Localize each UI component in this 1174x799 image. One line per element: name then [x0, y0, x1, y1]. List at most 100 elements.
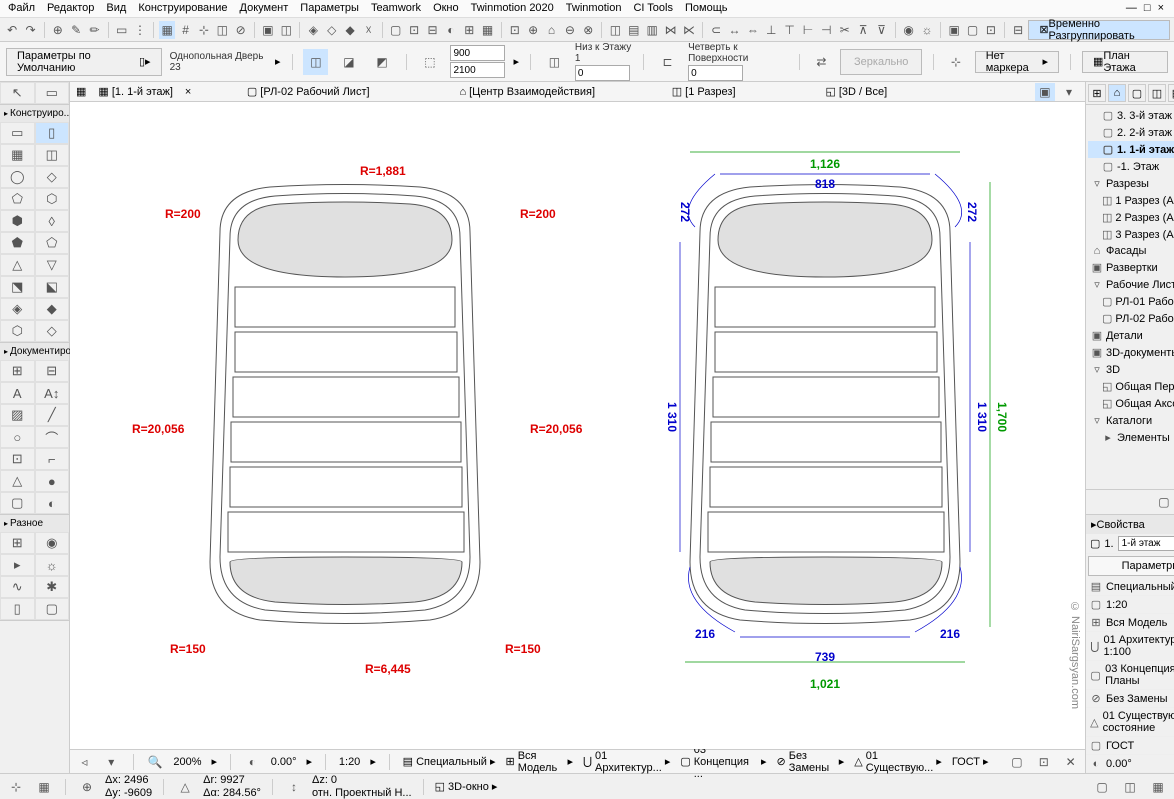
tab-3d[interactable]: ◱[3D / Все] — [817, 83, 895, 100]
tool-tg-construct-18[interactable]: ⬡ — [0, 320, 35, 342]
nav-tab-5[interactable]: ▤ — [1168, 84, 1174, 102]
m4-icon[interactable]: ⋈ — [662, 21, 678, 39]
menu-edit[interactable]: Редактор — [47, 2, 94, 15]
d2-icon[interactable]: ↔ — [726, 21, 742, 39]
geom-method-3[interactable]: ◩ — [369, 49, 394, 75]
tool-tg-construct-17[interactable]: ◆ — [35, 298, 70, 320]
e1-icon[interactable]: ⊡ — [507, 21, 523, 39]
d8-icon[interactable]: ⊼ — [855, 21, 871, 39]
marker-select[interactable]: Нет маркера ▸ — [975, 51, 1059, 73]
temp-ungroup-button[interactable]: ⊠ Временно Разгруппировать — [1028, 20, 1170, 40]
geom-method-1[interactable]: ◫ — [303, 49, 328, 75]
tool-tg-document-7[interactable]: ⌒ — [35, 426, 70, 448]
sb-cam-icon[interactable]: ▢ — [1009, 753, 1026, 771]
tool-tg-misc-5[interactable]: ✱ — [35, 576, 70, 598]
nav-tab-2[interactable]: ⌂ — [1108, 84, 1126, 102]
menu-options[interactable]: Параметры — [300, 2, 359, 15]
tool-tg-construct-4[interactable]: ◯ — [0, 166, 35, 188]
tool-tg-document-10[interactable]: △ — [0, 470, 35, 492]
t9-icon[interactable]: ⊞ — [461, 21, 477, 39]
menu-help[interactable]: Помощь — [685, 2, 728, 15]
tool-tg-construct-7[interactable]: ⬡ — [35, 188, 70, 210]
flip-icon[interactable]: ⇄ — [811, 50, 832, 74]
tool-tg-construct-8[interactable]: ⬢ — [0, 210, 35, 232]
tool-tg-construct-14[interactable]: ⬔ — [0, 276, 35, 298]
height-input[interactable] — [450, 62, 505, 78]
guides-icon[interactable]: ◫ — [214, 21, 230, 39]
nav-item[interactable]: ▸Элементы — [1088, 429, 1174, 446]
nav-item[interactable]: ▢РЛ-02 Рабочий Лист ( — [1088, 310, 1174, 327]
tool-tg-construct-3[interactable]: ◫ — [35, 144, 70, 166]
tool-tg-misc-0[interactable]: ⊞ — [0, 532, 35, 554]
tool-tg-construct-11[interactable]: ⬠ — [35, 232, 70, 254]
redo-icon[interactable]: ↷ — [22, 21, 38, 39]
nav-item[interactable]: ◱Общая Перспектива — [1088, 378, 1174, 395]
tab-section[interactable]: ◫[1 Разрез] — [664, 83, 744, 100]
d1-icon[interactable]: ⊂ — [708, 21, 724, 39]
marquee-tool[interactable]: ▭ — [35, 82, 70, 104]
sb-angle-icon[interactable]: ◐ — [244, 753, 261, 771]
e3-icon[interactable]: ⌂ — [543, 21, 559, 39]
close-icon[interactable]: × — [185, 86, 191, 98]
m1-icon[interactable]: ◫ — [607, 21, 623, 39]
tool-tg-document-2[interactable]: A — [0, 382, 35, 404]
t6-icon[interactable]: ⊡ — [406, 21, 422, 39]
section-construct[interactable]: Конструиро.. — [0, 105, 69, 122]
section-document[interactable]: Документиро.. — [0, 343, 69, 360]
tool-tg-construct-15[interactable]: ⬕ — [35, 276, 70, 298]
coord-z-icon[interactable]: ↕ — [284, 778, 304, 796]
snap-icon[interactable]: ⋮ — [132, 21, 148, 39]
nav-item[interactable]: ▣3D-документы — [1088, 344, 1174, 361]
nav-item[interactable]: ◫3 Разрез (Автоматич — [1088, 226, 1174, 243]
tab-organizer-icon[interactable]: ▦ — [76, 85, 86, 98]
tab-worksheet[interactable]: ▢[РЛ-02 Рабочий Лист] — [239, 83, 378, 100]
chevron-icon[interactable]: ▸ — [370, 755, 376, 768]
coord-polar-icon[interactable]: △ — [175, 778, 195, 796]
grp3-icon[interactable]: ⊡ — [983, 21, 999, 39]
tool-tg-construct-13[interactable]: ▽ — [35, 254, 70, 276]
t7-icon[interactable]: ⊟ — [424, 21, 440, 39]
pick-icon[interactable]: ⊕ — [50, 21, 66, 39]
sb-scroll-icon[interactable]: ◃ — [76, 753, 93, 771]
inject-icon[interactable]: ✏ — [86, 21, 102, 39]
d5-icon[interactable]: ⊤ — [781, 21, 797, 39]
props-row[interactable]: ⋃01 Архитектурный М 1:100▸ — [1086, 632, 1174, 661]
sb-gost[interactable]: ГОСТ ▸ — [952, 755, 989, 768]
tool-tg-document-9[interactable]: ⌐ — [35, 448, 70, 470]
menu-teamwork[interactable]: Teamwork — [371, 2, 421, 15]
nav-item[interactable]: ▿Разрезы — [1088, 175, 1174, 192]
nav-item[interactable]: ▢-1. Этаж — [1088, 158, 1174, 175]
tool-tg-document-5[interactable]: ╱ — [35, 404, 70, 426]
nav-item[interactable]: ◱Общая Аксонометри — [1088, 395, 1174, 412]
sb-opt-icon[interactable]: ▾ — [103, 753, 120, 771]
menu-document[interactable]: Документ — [240, 2, 289, 15]
tool-tg-misc-2[interactable]: ▸ — [0, 554, 35, 576]
tab-menu-icon[interactable]: ▾ — [1059, 83, 1079, 101]
view1-icon[interactable]: ◉ — [900, 21, 916, 39]
tab-interaction[interactable]: ⌂[Центр Взаимодействия] — [451, 84, 603, 100]
props-name-input[interactable] — [1118, 536, 1174, 551]
m2-icon[interactable]: ▤ — [626, 21, 642, 39]
scale-value[interactable]: 1:20 — [339, 756, 360, 768]
grid2-icon[interactable]: # — [177, 21, 193, 39]
tool-tg-misc-1[interactable]: ◉ — [35, 532, 70, 554]
nav-item[interactable]: ▣Детали — [1088, 327, 1174, 344]
grp2-icon[interactable]: ▢ — [964, 21, 980, 39]
view2-icon[interactable]: ☼ — [919, 21, 935, 39]
params-button[interactable]: Параметры... — [1088, 556, 1174, 576]
trace-icon[interactable]: ▣ — [260, 21, 276, 39]
cut-icon[interactable]: ✂ — [837, 21, 853, 39]
tool-tg-document-8[interactable]: ⊡ — [0, 448, 35, 470]
nav-item[interactable]: ◫2 Разрез (Автоматич — [1088, 209, 1174, 226]
tool-tg-construct-2[interactable]: ▦ — [0, 144, 35, 166]
tool-tg-construct-5[interactable]: ◇ — [35, 166, 70, 188]
menu-window[interactable]: Окно — [433, 2, 459, 15]
menu-citools[interactable]: CI Tools — [633, 2, 673, 15]
bb-2-icon[interactable]: ◫ — [1120, 778, 1140, 796]
nav-item[interactable]: ⌂Фасады — [1088, 243, 1174, 259]
props-row[interactable]: ▢1:20▸ — [1086, 596, 1174, 614]
props-row[interactable]: ▢ГОСТ▸ — [1086, 737, 1174, 755]
tool-tg-construct-1[interactable]: ▯ — [35, 122, 70, 144]
chevron-icon[interactable]: ▸ — [275, 55, 281, 68]
coord-xy-icon[interactable]: ⊕ — [77, 778, 97, 796]
